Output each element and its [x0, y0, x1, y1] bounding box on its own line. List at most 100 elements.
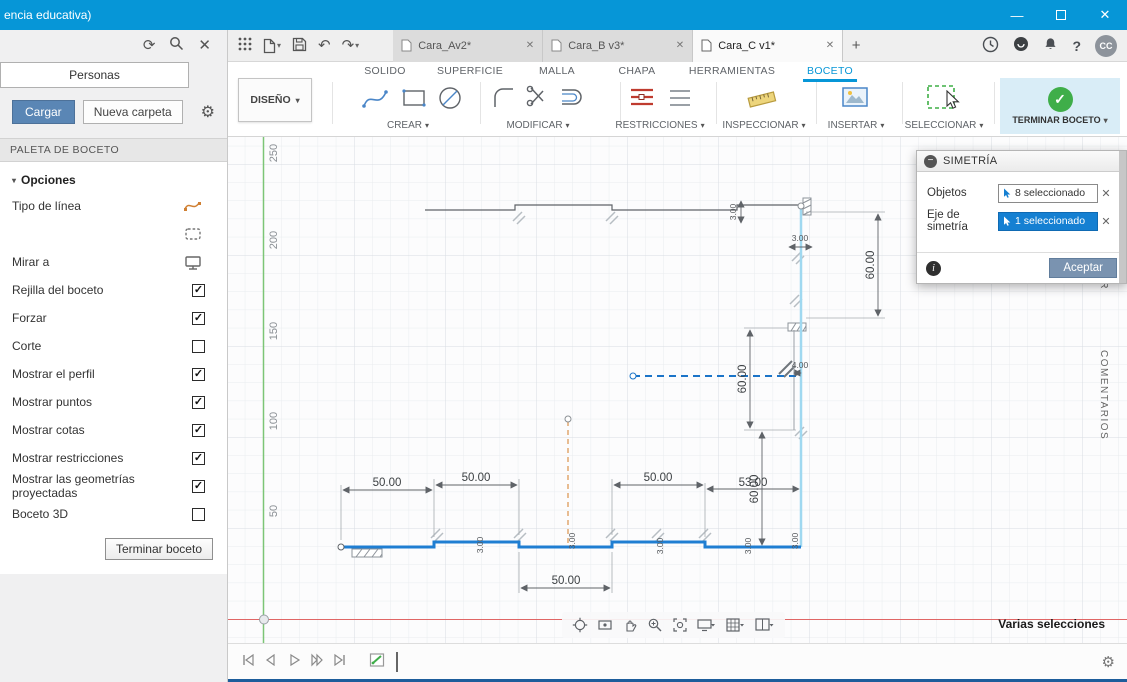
group-seleccionar[interactable]: SELECCIONAR ▾	[905, 120, 984, 131]
timeline-settings-gear-icon[interactable]: ⚙	[1102, 653, 1115, 671]
options-section-header[interactable]: ▾ Opciones	[12, 168, 227, 192]
save-icon[interactable]	[292, 37, 307, 55]
new-tab-button[interactable]: +	[843, 30, 869, 62]
checkbox[interactable]: ✓	[192, 479, 205, 493]
checkbox[interactable]: ✓	[192, 395, 205, 409]
look-at-icon[interactable]	[597, 617, 613, 633]
document-tab[interactable]: Cara_B v3* ✕	[543, 29, 694, 62]
checkbox[interactable]: ✓	[192, 451, 205, 465]
skip-to-end-icon[interactable]	[332, 652, 348, 671]
close-tab-icon[interactable]: ✕	[826, 40, 834, 51]
group-crear[interactable]: CREAR ▾	[387, 120, 429, 131]
constraints-alt-icon[interactable]	[666, 84, 694, 113]
close-panel-icon[interactable]: ✕	[198, 38, 211, 53]
tab-boceto[interactable]: BOCETO	[803, 63, 857, 82]
dimension-value[interactable]: 4.00	[792, 360, 809, 370]
dialog-header[interactable]: − SIMETRÍA	[917, 151, 1126, 172]
group-restricciones[interactable]: RESTRICCIONES ▾	[615, 120, 704, 131]
dimension-value[interactable]: 3.00	[728, 203, 738, 220]
dialog-scrollbar[interactable]	[1119, 151, 1126, 283]
rectangle-tool-icon[interactable]	[400, 84, 428, 115]
dimension-value[interactable]: 60.00	[749, 475, 761, 504]
maximize-button[interactable]	[1039, 0, 1083, 30]
checkbox[interactable]: ✓	[192, 367, 205, 381]
dimension-value[interactable]: 3.00	[743, 537, 753, 554]
job-status-icon[interactable]	[982, 36, 999, 56]
origin-point[interactable]	[259, 614, 269, 625]
minimize-button[interactable]: —	[995, 0, 1039, 30]
axis-selection-field[interactable]: 1 seleccionado	[998, 211, 1098, 231]
line-tool-icon[interactable]	[360, 84, 390, 115]
gear-icon[interactable]: ⚙	[201, 102, 215, 122]
sketch-point[interactable]	[337, 543, 345, 551]
line-type-icon[interactable]	[181, 199, 205, 213]
group-insertar[interactable]: INSERTAR ▾	[828, 120, 885, 131]
dimension-value[interactable]: 3.00	[655, 537, 665, 554]
timeline-position-marker[interactable]	[396, 651, 398, 672]
tab-malla[interactable]: MALLA	[535, 63, 579, 79]
checkbox[interactable]: ✓	[192, 311, 205, 325]
skip-to-start-icon[interactable]	[240, 652, 256, 671]
document-tab-active[interactable]: Cara_C v1* ✕	[693, 29, 844, 62]
workspace-switcher[interactable]: DISEÑO ▾	[238, 78, 312, 122]
dimension-value[interactable]: 3.00	[790, 532, 800, 549]
checkbox[interactable]	[192, 339, 205, 353]
notifications-bell-icon[interactable]	[1043, 36, 1058, 55]
group-inspeccionar[interactable]: INSPECCIONAR ▾	[722, 120, 805, 131]
measure-tool-icon[interactable]	[746, 84, 778, 115]
offset-tool-icon[interactable]	[558, 84, 586, 113]
app-grid-icon[interactable]	[238, 37, 252, 54]
profile-status-icon[interactable]	[1013, 36, 1029, 55]
zoom-fit-icon[interactable]	[672, 617, 688, 633]
constraints-tool-icon[interactable]	[628, 84, 656, 113]
orbit-icon[interactable]	[572, 617, 588, 633]
info-icon[interactable]: i	[926, 260, 941, 276]
dimension-value[interactable]: 60.00	[865, 251, 877, 280]
checkbox[interactable]: ✓	[192, 423, 205, 437]
new-folder-button[interactable]: Nueva carpeta	[82, 100, 183, 124]
dimension-value[interactable]: 50.00	[462, 472, 491, 484]
avatar[interactable]: CC	[1095, 34, 1117, 57]
circle-tool-icon[interactable]	[436, 84, 464, 115]
dimension-value[interactable]: 50.00	[373, 477, 402, 489]
tab-solido[interactable]: SOLIDO	[360, 63, 409, 79]
tab-superficie[interactable]: SUPERFICIE	[433, 63, 507, 79]
tab-personas[interactable]: Personas	[0, 62, 189, 88]
undo-icon[interactable]: ↶	[318, 38, 331, 53]
redo-icon[interactable]: ↷ ▾	[342, 38, 360, 53]
zoom-icon[interactable]	[647, 617, 663, 633]
dimension-value[interactable]: 3.00	[475, 536, 485, 553]
upload-button[interactable]: Cargar	[12, 100, 75, 124]
clear-selection-icon[interactable]: ✕	[1098, 215, 1114, 228]
refresh-icon[interactable]: ⟳	[143, 38, 156, 53]
sketch-point[interactable]	[629, 372, 637, 380]
close-button[interactable]: ✕	[1083, 0, 1127, 30]
viewports-icon[interactable]	[755, 617, 775, 633]
checkbox[interactable]: ✓	[192, 283, 205, 297]
dimension-value[interactable]: 3.00	[567, 532, 577, 549]
search-icon[interactable]	[169, 36, 184, 54]
tab-chapa[interactable]: CHAPA	[615, 63, 660, 79]
fast-forward-icon[interactable]	[309, 652, 325, 671]
tab-herramientas[interactable]: HERRAMIENTAS	[685, 63, 779, 79]
construction-line-icon[interactable]	[181, 227, 205, 241]
group-modificar[interactable]: MODIFICAR ▾	[506, 120, 569, 131]
pan-icon[interactable]	[622, 617, 638, 633]
sketch-point[interactable]	[797, 202, 805, 210]
close-tab-icon[interactable]: ✕	[526, 40, 534, 51]
close-tab-icon[interactable]: ✕	[676, 40, 684, 51]
collapse-icon[interactable]: −	[924, 154, 937, 168]
document-tab[interactable]: Cara_Av2* ✕	[393, 29, 544, 62]
file-menu-icon[interactable]: ▾	[263, 38, 281, 54]
accept-button[interactable]: Aceptar	[1049, 258, 1117, 278]
play-icon[interactable]	[286, 652, 302, 671]
grid-settings-icon[interactable]	[726, 617, 746, 633]
display-settings-icon[interactable]	[697, 617, 717, 633]
look-at-icon[interactable]	[181, 255, 205, 270]
help-icon[interactable]: ?	[1072, 38, 1081, 54]
comments-side-tab[interactable]: COMENTARIOS	[1098, 350, 1109, 440]
dimension-value[interactable]: 3.00	[792, 233, 809, 243]
dimension-value[interactable]: 50.00	[552, 575, 581, 587]
fillet-tool-icon[interactable]	[490, 84, 518, 115]
sketch-feature-icon[interactable]	[369, 651, 387, 672]
